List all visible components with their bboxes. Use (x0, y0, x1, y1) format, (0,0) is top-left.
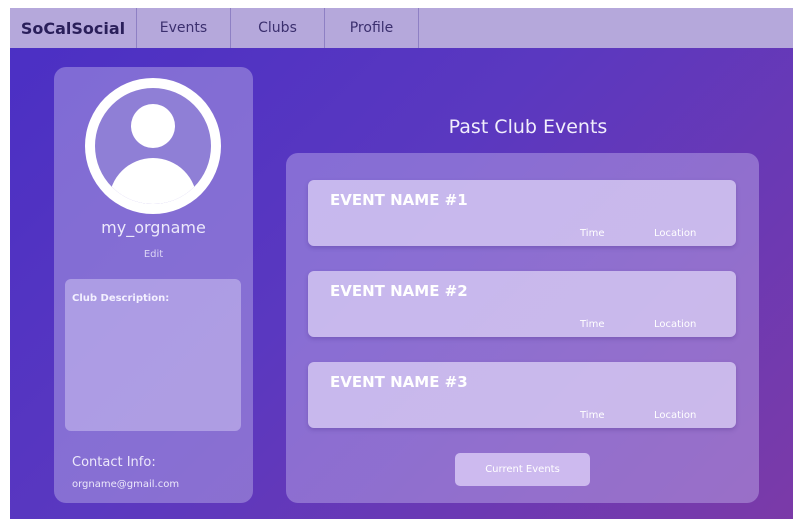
events-panel: EVENT NAME #1 Time Location EVENT NAME #… (286, 153, 759, 503)
event-location: Location (654, 319, 697, 330)
avatar-circle (95, 88, 211, 204)
event-location: Location (654, 228, 697, 239)
club-description-label: Club Description: (72, 293, 170, 304)
event-card[interactable]: EVENT NAME #1 Time Location (308, 180, 736, 246)
nav-link-events[interactable]: Events (137, 8, 231, 48)
event-name: EVENT NAME #3 (330, 373, 468, 391)
event-name: EVENT NAME #2 (330, 282, 468, 300)
past-events-title: Past Club Events (448, 116, 608, 138)
event-time: Time (580, 319, 605, 330)
user-avatar-icon (85, 78, 221, 214)
event-time: Time (580, 410, 605, 421)
event-location: Location (654, 410, 697, 421)
contact-info-label: Contact Info: (72, 455, 156, 470)
top-navbar: SoCalSocial Events Clubs Profile (10, 8, 793, 48)
event-card[interactable]: EVENT NAME #3 Time Location (308, 362, 736, 428)
profile-card: my_orgname Edit Club Description: Contac… (54, 67, 253, 503)
app-frame: SoCalSocial Events Clubs Profile my_orgn… (10, 8, 793, 519)
event-name: EVENT NAME #1 (330, 191, 468, 209)
club-description-box[interactable]: Club Description: (65, 279, 241, 431)
nav-link-clubs[interactable]: Clubs (231, 8, 325, 48)
avatar-body (109, 158, 197, 204)
edit-profile-link[interactable]: Edit (54, 249, 253, 260)
org-name: my_orgname (101, 218, 206, 237)
current-events-button[interactable]: Current Events (455, 453, 590, 486)
brand-logo[interactable]: SoCalSocial (10, 8, 137, 48)
contact-email: orgname@gmail.com (72, 479, 180, 490)
avatar-head (131, 104, 175, 148)
nav-link-profile[interactable]: Profile (325, 8, 419, 48)
event-card[interactable]: EVENT NAME #2 Time Location (308, 271, 736, 337)
event-time: Time (580, 228, 605, 239)
